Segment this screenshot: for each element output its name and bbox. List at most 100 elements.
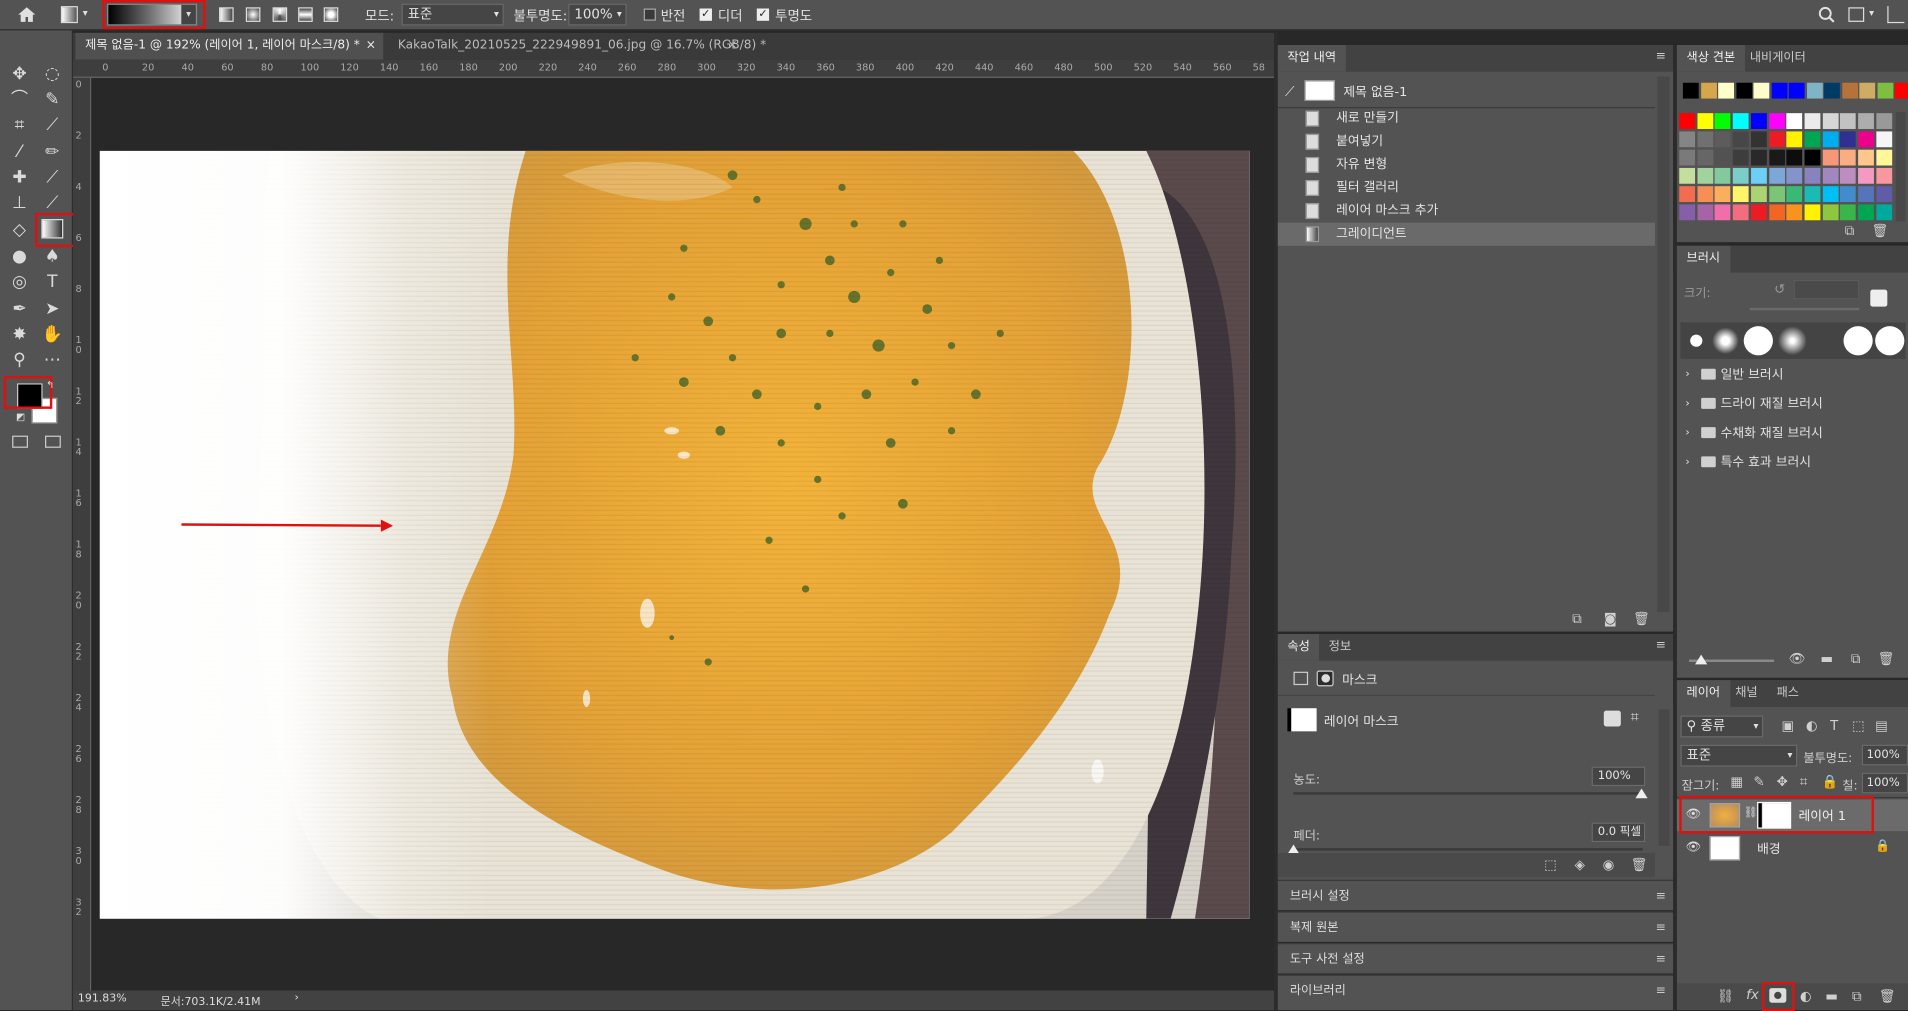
layer-row-background[interactable]: 👁 배경 🔒	[1677, 832, 1908, 864]
visibility-eye-icon[interactable]: 👁	[1685, 841, 1700, 854]
clone-source-panel[interactable]: 복제 원본 ≡	[1277, 911, 1674, 943]
eraser-tool-icon[interactable]: ◇	[6, 217, 33, 244]
color-swatch[interactable]	[1732, 204, 1749, 221]
density-slider-thumb[interactable]	[1635, 788, 1648, 799]
color-swatch[interactable]	[1875, 204, 1892, 221]
new-layer-icon[interactable]: ⧉	[1852, 988, 1862, 1005]
color-swatch[interactable]	[1840, 149, 1857, 166]
color-swatch[interactable]	[1858, 149, 1874, 166]
brush-folder[interactable]: › 드라이 재질 브러시	[1677, 389, 1908, 418]
color-swatch[interactable]	[1840, 167, 1857, 184]
search-icon[interactable]	[1818, 6, 1835, 23]
history-item-active[interactable]: 그레이디언트	[1277, 222, 1655, 246]
brush-settings-panel[interactable]: 브러시 설정 ≡	[1277, 879, 1674, 911]
link-layers-icon[interactable]: ⛓	[1717, 988, 1734, 1004]
screen-mode-icon[interactable]	[45, 435, 61, 448]
tab-untitled-1[interactable]: 제목 없음-1 @ 192% (레이어 1, 레이어 마스크/8) * ×	[75, 32, 384, 60]
clone-stamp-tool-icon[interactable]: ⊥	[6, 190, 33, 217]
chevron-down-icon[interactable]: ▾	[83, 7, 88, 18]
color-swatch[interactable]	[1786, 149, 1803, 166]
art-history-brush-tool-icon[interactable]: ⟋	[39, 190, 66, 217]
color-swatch[interactable]	[1697, 149, 1713, 166]
feather-input[interactable]: 0.0 픽셀	[1591, 822, 1646, 843]
visibility-icon[interactable]: ◉	[1603, 857, 1615, 873]
color-swatch[interactable]	[1804, 131, 1821, 148]
opacity-input[interactable]: 100% ▾	[568, 3, 627, 26]
color-swatch[interactable]	[1875, 186, 1892, 203]
dodge-tool-icon[interactable]: ♠	[39, 243, 66, 270]
dither-checkbox[interactable]: ✓	[699, 8, 712, 21]
new-group-icon[interactable]: ▬	[1820, 651, 1833, 667]
properties-scrollbar[interactable]	[1658, 709, 1670, 846]
pencil-tool-icon[interactable]: ✏	[39, 139, 66, 166]
density-input[interactable]: 100%	[1591, 766, 1646, 787]
layer-row-layer-1[interactable]: 👁 ⛓ 레이어 1	[1676, 799, 1908, 832]
chevron-down-icon[interactable]: ▾	[1869, 7, 1874, 18]
close-icon[interactable]: ×	[727, 33, 737, 60]
color-swatch[interactable]	[1858, 113, 1874, 129]
reset-brush-icon[interactable]: ↺	[1774, 281, 1785, 297]
color-swatch[interactable]	[1875, 131, 1892, 148]
lock-transparent-icon[interactable]: ▦	[1730, 774, 1743, 790]
filter-pixel-icon[interactable]: ▣	[1781, 718, 1794, 734]
recent-swatch[interactable]	[1718, 82, 1734, 99]
tool-presets-panel[interactable]: 도구 사전 설정 ≡	[1277, 943, 1674, 974]
history-item[interactable]: 레이어 마스크 추가	[1278, 200, 1655, 223]
brush-tip-hard-large[interactable]	[1843, 326, 1873, 356]
color-swatch[interactable]	[1840, 113, 1857, 129]
trash-icon[interactable]: 🗑	[1633, 611, 1650, 627]
history-scrollbar[interactable]	[1657, 76, 1670, 613]
blend-mode-select[interactable]: 표준 ▾	[1680, 744, 1798, 767]
custom-shape-tool-icon[interactable]: ✸	[6, 321, 33, 348]
color-swatch[interactable]	[1697, 113, 1713, 129]
recent-swatch[interactable]	[1735, 82, 1752, 99]
color-swatch[interactable]	[1715, 113, 1731, 129]
color-swatch[interactable]	[1804, 167, 1821, 184]
color-swatch[interactable]	[1840, 186, 1857, 203]
angle-gradient-button[interactable]	[272, 7, 288, 22]
history-brush-tool-icon[interactable]: ⟋	[39, 164, 66, 191]
brush-settings-icon[interactable]	[1870, 289, 1888, 307]
quick-selection-tool-icon[interactable]: ✎	[39, 86, 66, 113]
brush-preview-size-thumb[interactable]	[1695, 654, 1708, 665]
crop-tool-icon[interactable]: ⌗	[6, 112, 33, 139]
panel-menu-icon[interactable]: ≡	[1656, 913, 1666, 943]
select-pixel-mask-button[interactable]	[1603, 710, 1621, 727]
new-document-from-state-icon[interactable]: ⧉	[1572, 611, 1582, 628]
chain-link-icon[interactable]: ⛓	[1744, 807, 1758, 819]
history-item[interactable]: 붙여넣기	[1278, 130, 1655, 153]
new-fill-adjustment-icon[interactable]: ◐	[1800, 988, 1812, 1004]
color-swatch[interactable]	[1715, 131, 1731, 148]
marquee-tool-icon[interactable]: ◌	[39, 61, 66, 88]
history-item[interactable]: 자유 변형	[1278, 153, 1655, 176]
layer-filter-select[interactable]: ⚲ 종류 ▾	[1680, 715, 1764, 738]
image-layer-gradient-masked[interactable]	[99, 150, 1250, 919]
trash-icon[interactable]: 🗑	[1879, 988, 1896, 1004]
gradient-tool-icon[interactable]	[41, 219, 64, 239]
recent-swatch[interactable]	[1876, 82, 1893, 99]
close-icon[interactable]: ×	[366, 33, 376, 60]
color-swatch[interactable]	[1679, 186, 1696, 203]
tab-channels[interactable]: 채널	[1725, 680, 1767, 707]
color-swatch[interactable]	[1768, 113, 1785, 129]
panel-menu-icon[interactable]: ≡	[1656, 881, 1666, 911]
fill-input[interactable]: 100%	[1861, 772, 1908, 794]
panel-menu-icon[interactable]: ≡	[1656, 944, 1666, 974]
filter-shape-icon[interactable]: ⬚	[1852, 718, 1865, 734]
color-swatch[interactable]	[1679, 204, 1696, 221]
new-swatch-icon[interactable]: ⧉	[1845, 223, 1855, 240]
layer-mask-thumb[interactable]	[1757, 801, 1792, 829]
default-colors-icon[interactable]: ◩	[16, 411, 25, 422]
document-canvas[interactable]	[91, 79, 1260, 991]
recent-swatch[interactable]	[1859, 82, 1876, 99]
color-swatch[interactable]	[1822, 113, 1839, 129]
color-swatch[interactable]	[1697, 131, 1713, 148]
color-swatch[interactable]	[1840, 204, 1857, 221]
brush-tip-hard[interactable]	[1743, 326, 1773, 356]
color-swatch[interactable]	[1875, 149, 1892, 166]
trash-icon[interactable]: 🗑	[1631, 857, 1648, 873]
color-swatch[interactable]	[1768, 131, 1785, 148]
zoom-level[interactable]: 191.83%	[78, 993, 127, 1005]
color-swatch[interactable]	[1679, 167, 1696, 184]
color-swatch[interactable]	[1822, 204, 1839, 221]
